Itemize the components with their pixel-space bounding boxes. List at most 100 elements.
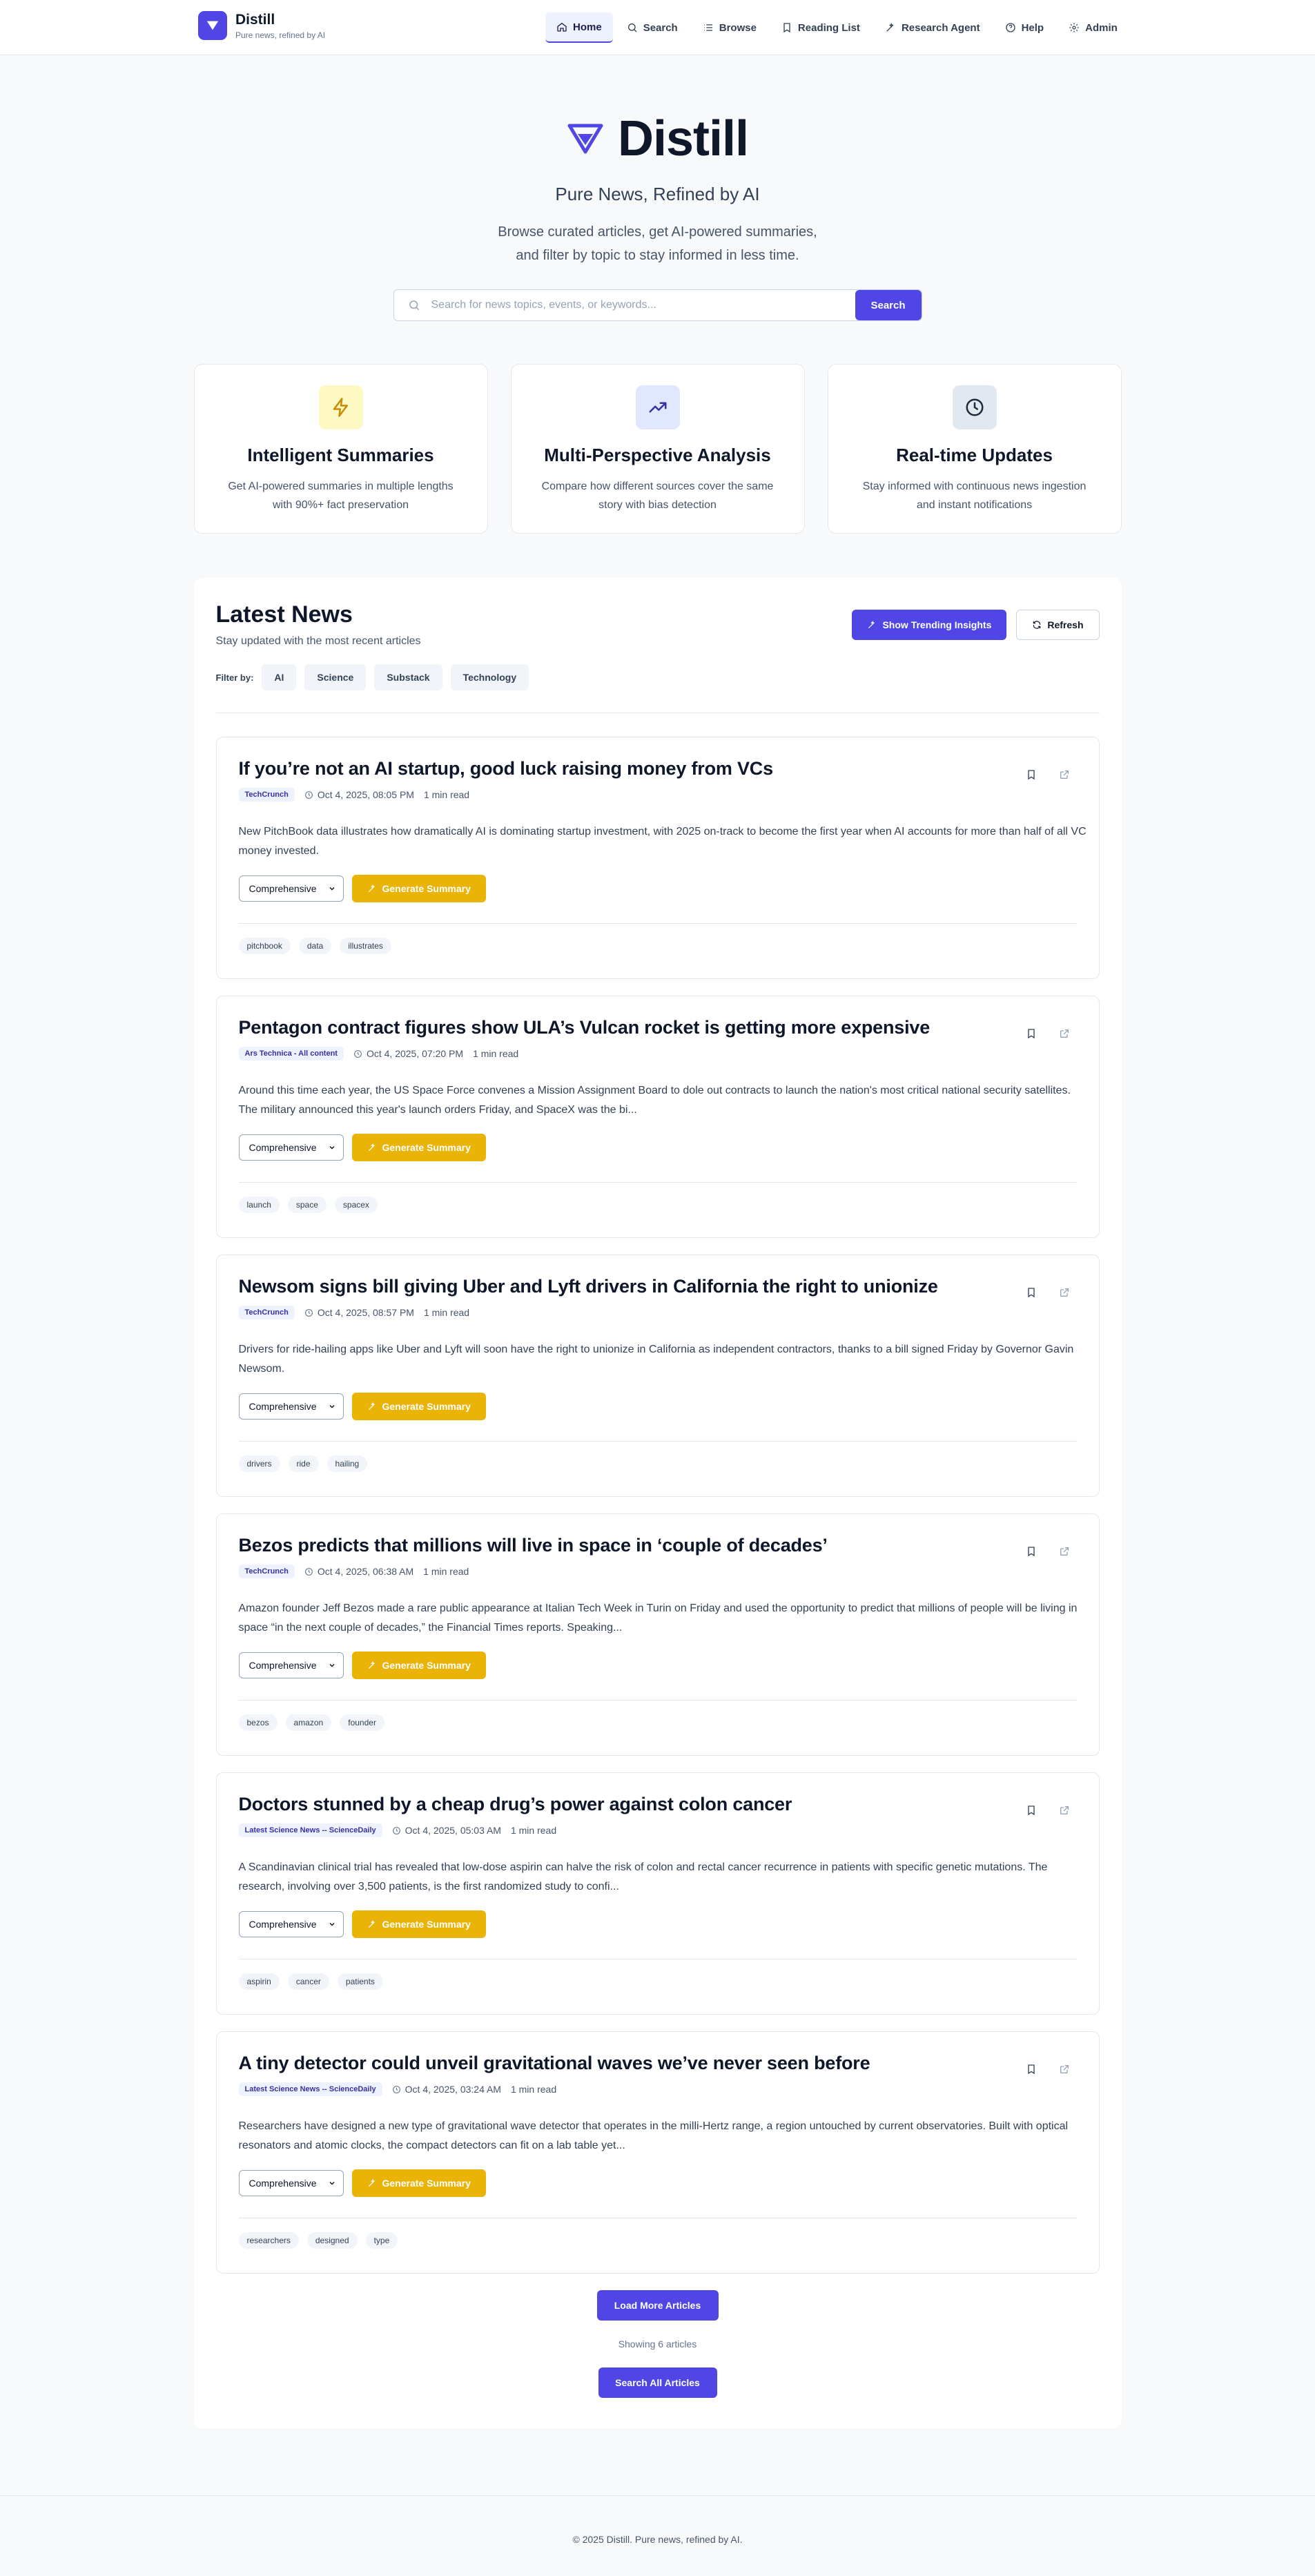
tag-chip[interactable]: amazon [285,1714,332,1731]
tag-chip[interactable]: designed [306,2232,358,2249]
search-input[interactable] [431,299,818,311]
summary-length-select[interactable]: Comprehensive [238,875,344,902]
nav-search[interactable]: Search [616,12,689,43]
clock-icon [353,1049,362,1058]
filter-label: Filter by: [215,672,254,683]
load-more-button[interactable]: Load More Articles [596,2290,719,2321]
nav-research-agent[interactable]: Research Agent [874,12,991,43]
feature-description: Compare how different sources cover the … [541,481,774,511]
chevron-down-icon [329,1663,335,1667]
open-external-button[interactable] [1052,1280,1077,1305]
filter-chip-science[interactable]: Science [304,664,367,690]
nav-research-agent-label: Research Agent [901,21,980,34]
bookmark-button[interactable] [1019,1798,1044,1823]
nav-home-label: Home [573,21,602,33]
summary-length-select[interactable]: Comprehensive [238,1652,344,1678]
tag-chip[interactable]: researchers [238,2232,299,2249]
bookmark-button[interactable] [1019,1539,1044,1564]
top-navbar: Distill Pure news, refined by AI Home Se… [0,0,1315,55]
generate-summary-button[interactable]: Generate Summary [351,2169,486,2197]
nav-help[interactable]: Help [994,12,1055,43]
hero-description: Browse curated articles, get AI-powered … [0,220,1315,267]
open-external-button[interactable] [1052,1539,1077,1564]
brand-tagline: Pure news, refined by AI [235,30,326,40]
summary-length-value: Comprehensive [249,1401,317,1412]
article-title[interactable]: Pentagon contract figures show ULA’s Vul… [239,1017,984,1038]
open-external-button[interactable] [1052,1798,1077,1823]
tag-chip[interactable]: patients [337,1973,383,1990]
bookmark-button[interactable] [1019,1021,1044,1046]
feature-title: Intelligent Summaries [247,445,434,465]
tag-chip[interactable]: bezos [238,1714,277,1731]
summary-length-select[interactable]: Comprehensive [238,1134,344,1161]
tag-list: drivers ride hailing [238,1455,1077,1472]
tag-chip[interactable]: illustrates [340,938,391,954]
latest-news-title: Latest News [215,601,353,628]
article-description: A Scandinavian clinical trial has reveal… [238,1861,1048,1892]
filter-chip-technology[interactable]: Technology [450,664,529,690]
brand[interactable]: Distill Pure news, refined by AI [198,11,325,40]
tag-chip[interactable]: cancer [287,1973,329,1990]
article-date: Oct 4, 2025, 05:03 AM [405,1825,501,1836]
nav-search-label: Search [643,21,678,34]
hero-subtitle: Pure News, Refined by AI [555,184,760,204]
open-external-button[interactable] [1052,2057,1077,2082]
search-all-articles-button[interactable]: Search All Articles [598,2367,717,2398]
filter-chip-ai[interactable]: AI [262,664,297,690]
show-trending-insights-button[interactable]: Show Trending Insights [852,610,1007,640]
tag-chip[interactable]: founder [340,1714,384,1731]
summary-length-value: Comprehensive [249,1142,317,1153]
search-button[interactable]: Search [855,290,922,320]
refresh-button[interactable]: Refresh [1016,610,1100,640]
external-link-icon [1060,771,1069,779]
hero-title: Distill [617,111,749,166]
filter-chip-substack[interactable]: Substack [374,664,442,690]
nav-browse[interactable]: Browse [692,12,768,43]
tag-chip[interactable]: drivers [238,1455,280,1472]
feature-title: Real-time Updates [896,445,1053,465]
read-time: 1 min read [510,1825,557,1836]
nav-admin[interactable]: Admin [1058,12,1129,43]
tag-chip[interactable]: ride [288,1455,319,1472]
hero-search-bar: Search [393,289,922,321]
tag-chip[interactable]: data [298,938,332,954]
generate-summary-button[interactable]: Generate Summary [351,875,486,902]
tag-chip[interactable]: space [287,1197,327,1213]
bookmark-icon [1027,1805,1035,1816]
source-badge: Latest Science News -- ScienceDaily [238,1823,382,1837]
summary-length-select[interactable]: Comprehensive [238,2170,344,2196]
open-external-button[interactable] [1052,762,1077,787]
bookmark-button[interactable] [1019,2057,1044,2082]
nav-reading-list[interactable]: Reading List [770,12,871,43]
tag-chip[interactable]: spacex [334,1197,378,1213]
bookmark-button[interactable] [1019,1280,1044,1305]
filter-bar: Filter by: AI Science Substack Technolog… [215,664,1100,713]
generate-summary-button[interactable]: Generate Summary [351,1910,486,1938]
summary-length-select[interactable]: Comprehensive [238,1393,344,1420]
source-badge: TechCrunch [238,1306,295,1319]
article-title[interactable]: Newsom signs bill giving Uber and Lyft d… [239,1276,984,1297]
article-title[interactable]: Doctors stunned by a cheap drug’s power … [239,1794,984,1815]
tag-chip[interactable]: launch [238,1197,280,1213]
tag-chip[interactable]: pitchbook [238,938,291,954]
tag-chip[interactable]: aspirin [238,1973,280,1990]
chevron-down-icon [329,1145,335,1150]
main-nav: Home Search Browse Reading List Research… [545,12,1131,43]
generate-summary-button[interactable]: Generate Summary [351,1134,486,1161]
generate-summary-button[interactable]: Generate Summary [351,1393,486,1420]
bookmark-button[interactable] [1019,762,1044,787]
feature-card-updates: Real-time Updates Stay informed with con… [827,364,1122,534]
bookmark-icon [1027,2064,1035,2075]
article-title[interactable]: If you’re not an AI startup, good luck r… [239,758,984,779]
generate-summary-button[interactable]: Generate Summary [351,1652,486,1679]
nav-home[interactable]: Home [545,12,613,43]
tag-chip[interactable]: type [365,2232,398,2249]
refresh-label: Refresh [1047,619,1084,630]
tag-chip[interactable]: hailing [327,1455,368,1472]
read-time: 1 min read [423,789,470,800]
open-external-button[interactable] [1052,1021,1077,1046]
article-title[interactable]: A tiny detector could unveil gravitation… [239,2053,984,2074]
article-title[interactable]: Bezos predicts that millions will live i… [239,1535,984,1556]
clock-icon [304,1567,313,1576]
summary-length-select[interactable]: Comprehensive [238,1911,344,1937]
